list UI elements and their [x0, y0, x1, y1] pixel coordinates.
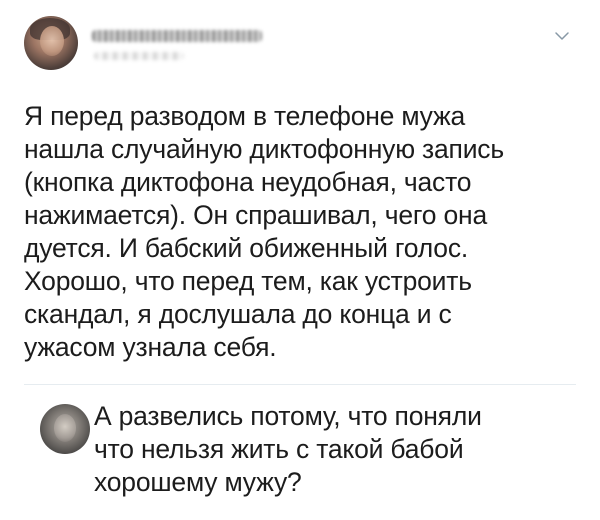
avatar[interactable] — [24, 16, 78, 70]
divider — [24, 384, 576, 385]
reply: А развелись потому, что поняли что нельз… — [24, 400, 580, 510]
reply-avatar-face — [54, 414, 76, 442]
chevron-down-icon[interactable] — [554, 28, 570, 44]
reply-text: А развелись потому, что поняли что нельз… — [94, 401, 482, 497]
avatar-face — [40, 26, 64, 56]
handle-blurred — [94, 52, 184, 60]
tweet-card: Я перед разводом в телефоне мужа нашла с… — [0, 0, 600, 520]
tweet-header — [24, 16, 576, 72]
reply-avatar[interactable] — [40, 404, 90, 454]
tweet-text: Я перед разводом в телефоне мужа нашла с… — [24, 101, 504, 362]
username-blurred[interactable] — [92, 30, 262, 42]
